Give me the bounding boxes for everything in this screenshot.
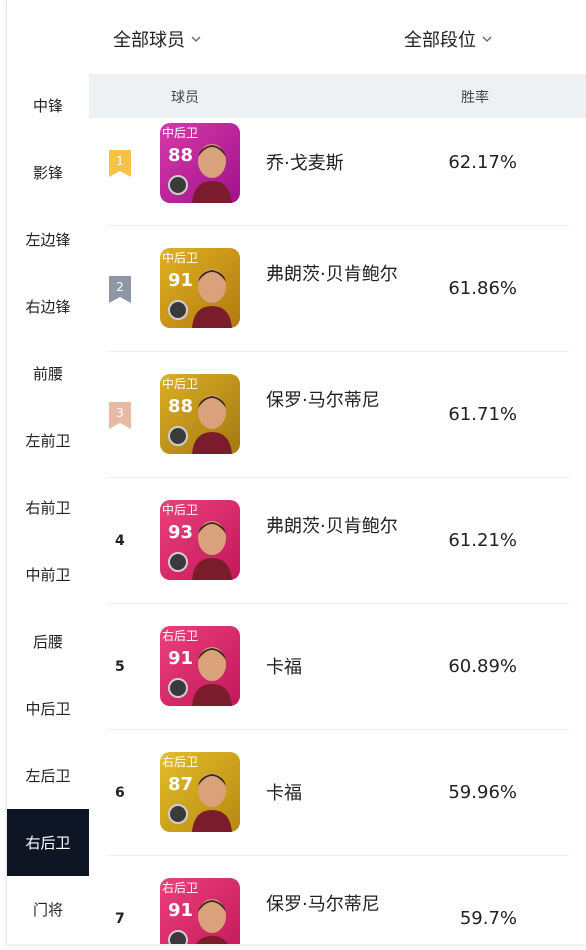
sidebar-item-10[interactable]: 左后卫 bbox=[7, 742, 89, 809]
sidebar-item-8[interactable]: 后腰 bbox=[7, 608, 89, 675]
table-row[interactable]: 4 中后卫 93 弗朗茨·贝肯鲍尔 61.21% bbox=[107, 478, 569, 604]
win-rate: 62.17% bbox=[448, 152, 517, 173]
player-portrait-icon bbox=[192, 269, 232, 328]
rank-number: 1 bbox=[116, 154, 124, 168]
player-filter-dropdown[interactable]: 全部球员 bbox=[113, 26, 201, 52]
club-badge-icon bbox=[168, 552, 188, 572]
rank-filter-dropdown[interactable]: 全部段位 bbox=[404, 26, 492, 52]
card-position: 右后卫 bbox=[162, 629, 199, 643]
win-rate: 61.71% bbox=[448, 404, 517, 425]
rank-flag-icon: 2 bbox=[109, 276, 131, 303]
player-card[interactable]: 右后卫 91 bbox=[160, 626, 240, 706]
chevron-down-icon bbox=[191, 36, 201, 42]
rank-number: 3 bbox=[116, 406, 124, 420]
card-rating: 91 bbox=[168, 270, 194, 291]
club-badge-icon bbox=[168, 426, 188, 446]
player-filter-label: 全部球员 bbox=[113, 30, 185, 51]
club-badge-icon bbox=[168, 804, 188, 824]
player-card[interactable]: 中后卫 91 bbox=[160, 248, 240, 328]
win-rate: 59.96% bbox=[448, 782, 517, 803]
sidebar-item-7[interactable]: 中前卫 bbox=[7, 541, 89, 608]
rank-number: 7 bbox=[115, 911, 125, 927]
sidebar-item-0[interactable]: 中锋 bbox=[7, 72, 89, 139]
club-badge-icon bbox=[168, 930, 188, 944]
card-position: 中后卫 bbox=[162, 251, 199, 265]
win-rate: 61.21% bbox=[448, 530, 517, 551]
card-position: 右后卫 bbox=[162, 755, 199, 769]
card-rating: 87 bbox=[168, 774, 194, 795]
table-row[interactable]: 7 右后卫 91 保罗·马尔蒂尼 59.7% bbox=[107, 856, 569, 944]
player-name[interactable]: 卡福 bbox=[266, 653, 406, 683]
win-rate: 59.7% bbox=[459, 908, 517, 929]
player-card[interactable]: 中后卫 88 bbox=[160, 374, 240, 454]
rank-number: 2 bbox=[116, 280, 124, 294]
player-name[interactable]: 保罗·马尔蒂尼 bbox=[266, 386, 406, 416]
player-card[interactable]: 中后卫 88 bbox=[160, 123, 240, 203]
player-name[interactable]: 保罗·马尔蒂尼 bbox=[266, 890, 406, 920]
table-row[interactable]: 2 中后卫 91 弗朗茨·贝肯鲍尔 61.86% bbox=[107, 226, 569, 352]
table-row[interactable]: 3 中后卫 88 保罗·马尔蒂尼 61.71% bbox=[107, 352, 569, 478]
sidebar-item-6[interactable]: 右前卫 bbox=[7, 474, 89, 541]
win-rate: 60.89% bbox=[448, 656, 517, 677]
table-row[interactable]: 6 右后卫 87 卡福 59.96% bbox=[107, 730, 569, 856]
player-name[interactable]: 乔·戈麦斯 bbox=[266, 149, 406, 179]
column-header-player: 球员 bbox=[171, 90, 199, 106]
ranking-panel: 全部球员 全部段位 中锋 影锋 左边锋 右边锋 前腰 左前卫 右前卫 中前卫 后腰 中后卫 左后卫右… bbox=[6, 0, 586, 944]
sidebar-item-9[interactable]: 中后卫 bbox=[7, 675, 89, 742]
player-name[interactable]: 卡福 bbox=[266, 779, 406, 809]
sidebar-item-1[interactable]: 影锋 bbox=[7, 139, 89, 206]
card-rating: 93 bbox=[168, 522, 194, 543]
player-list: 1 中后卫 88 乔·戈麦斯 62.17% 2 中后卫 91 弗朗茨·贝肯鲍尔 … bbox=[89, 118, 586, 944]
player-card[interactable]: 中后卫 93 bbox=[160, 500, 240, 580]
sidebar-item-12[interactable]: 门将 bbox=[7, 876, 89, 943]
rank-number: 4 bbox=[115, 533, 125, 549]
card-rating: 88 bbox=[168, 145, 194, 166]
column-header-winrate: 胜率 bbox=[461, 90, 489, 106]
player-portrait-icon bbox=[192, 773, 232, 832]
rank-number: 5 bbox=[115, 659, 125, 675]
card-rating: 91 bbox=[168, 900, 194, 921]
table-row[interactable]: 5 右后卫 91 卡福 60.89% bbox=[107, 604, 569, 730]
sidebar-item-2[interactable]: 左边锋 bbox=[7, 206, 89, 273]
card-position: 中后卫 bbox=[162, 126, 199, 140]
win-rate: 61.86% bbox=[448, 278, 517, 299]
chevron-down-icon bbox=[482, 36, 492, 42]
card-position: 中后卫 bbox=[162, 503, 199, 517]
player-card[interactable]: 右后卫 91 bbox=[160, 878, 240, 944]
rank-number: 6 bbox=[115, 785, 125, 801]
sidebar-item-3[interactable]: 右边锋 bbox=[7, 273, 89, 340]
sidebar-item-4[interactable]: 前腰 bbox=[7, 340, 89, 407]
player-portrait-icon bbox=[192, 521, 232, 580]
card-rating: 91 bbox=[168, 648, 194, 669]
position-sidebar: 中锋 影锋 左边锋 右边锋 前腰 左前卫 右前卫 中前卫 后腰 中后卫 左后卫 右后卫 门将 bbox=[7, 72, 89, 943]
player-portrait-icon bbox=[192, 395, 232, 454]
table-header: 球员 胜率 bbox=[89, 74, 586, 118]
club-badge-icon bbox=[168, 678, 188, 698]
rank-filter-label: 全部段位 bbox=[404, 30, 476, 51]
sidebar-item-5[interactable]: 左前卫 bbox=[7, 407, 89, 474]
sidebar-item-11[interactable]: 右后卫 bbox=[7, 809, 89, 876]
card-position: 右后卫 bbox=[162, 881, 199, 895]
player-name[interactable]: 弗朗茨·贝肯鲍尔 bbox=[266, 260, 406, 290]
table-row[interactable]: 1 中后卫 88 乔·戈麦斯 62.17% bbox=[107, 118, 569, 226]
player-card[interactable]: 右后卫 87 bbox=[160, 752, 240, 832]
player-portrait-icon bbox=[196, 899, 228, 944]
club-badge-icon bbox=[168, 175, 188, 195]
card-rating: 88 bbox=[168, 396, 194, 417]
rank-flag-icon: 3 bbox=[109, 402, 131, 429]
card-position: 中后卫 bbox=[162, 377, 199, 391]
player-portrait-icon bbox=[192, 144, 232, 203]
club-badge-icon bbox=[168, 300, 188, 320]
player-portrait-icon bbox=[192, 647, 232, 706]
rank-flag-icon: 1 bbox=[109, 150, 131, 177]
player-name[interactable]: 弗朗茨·贝肯鲍尔 bbox=[266, 512, 406, 542]
